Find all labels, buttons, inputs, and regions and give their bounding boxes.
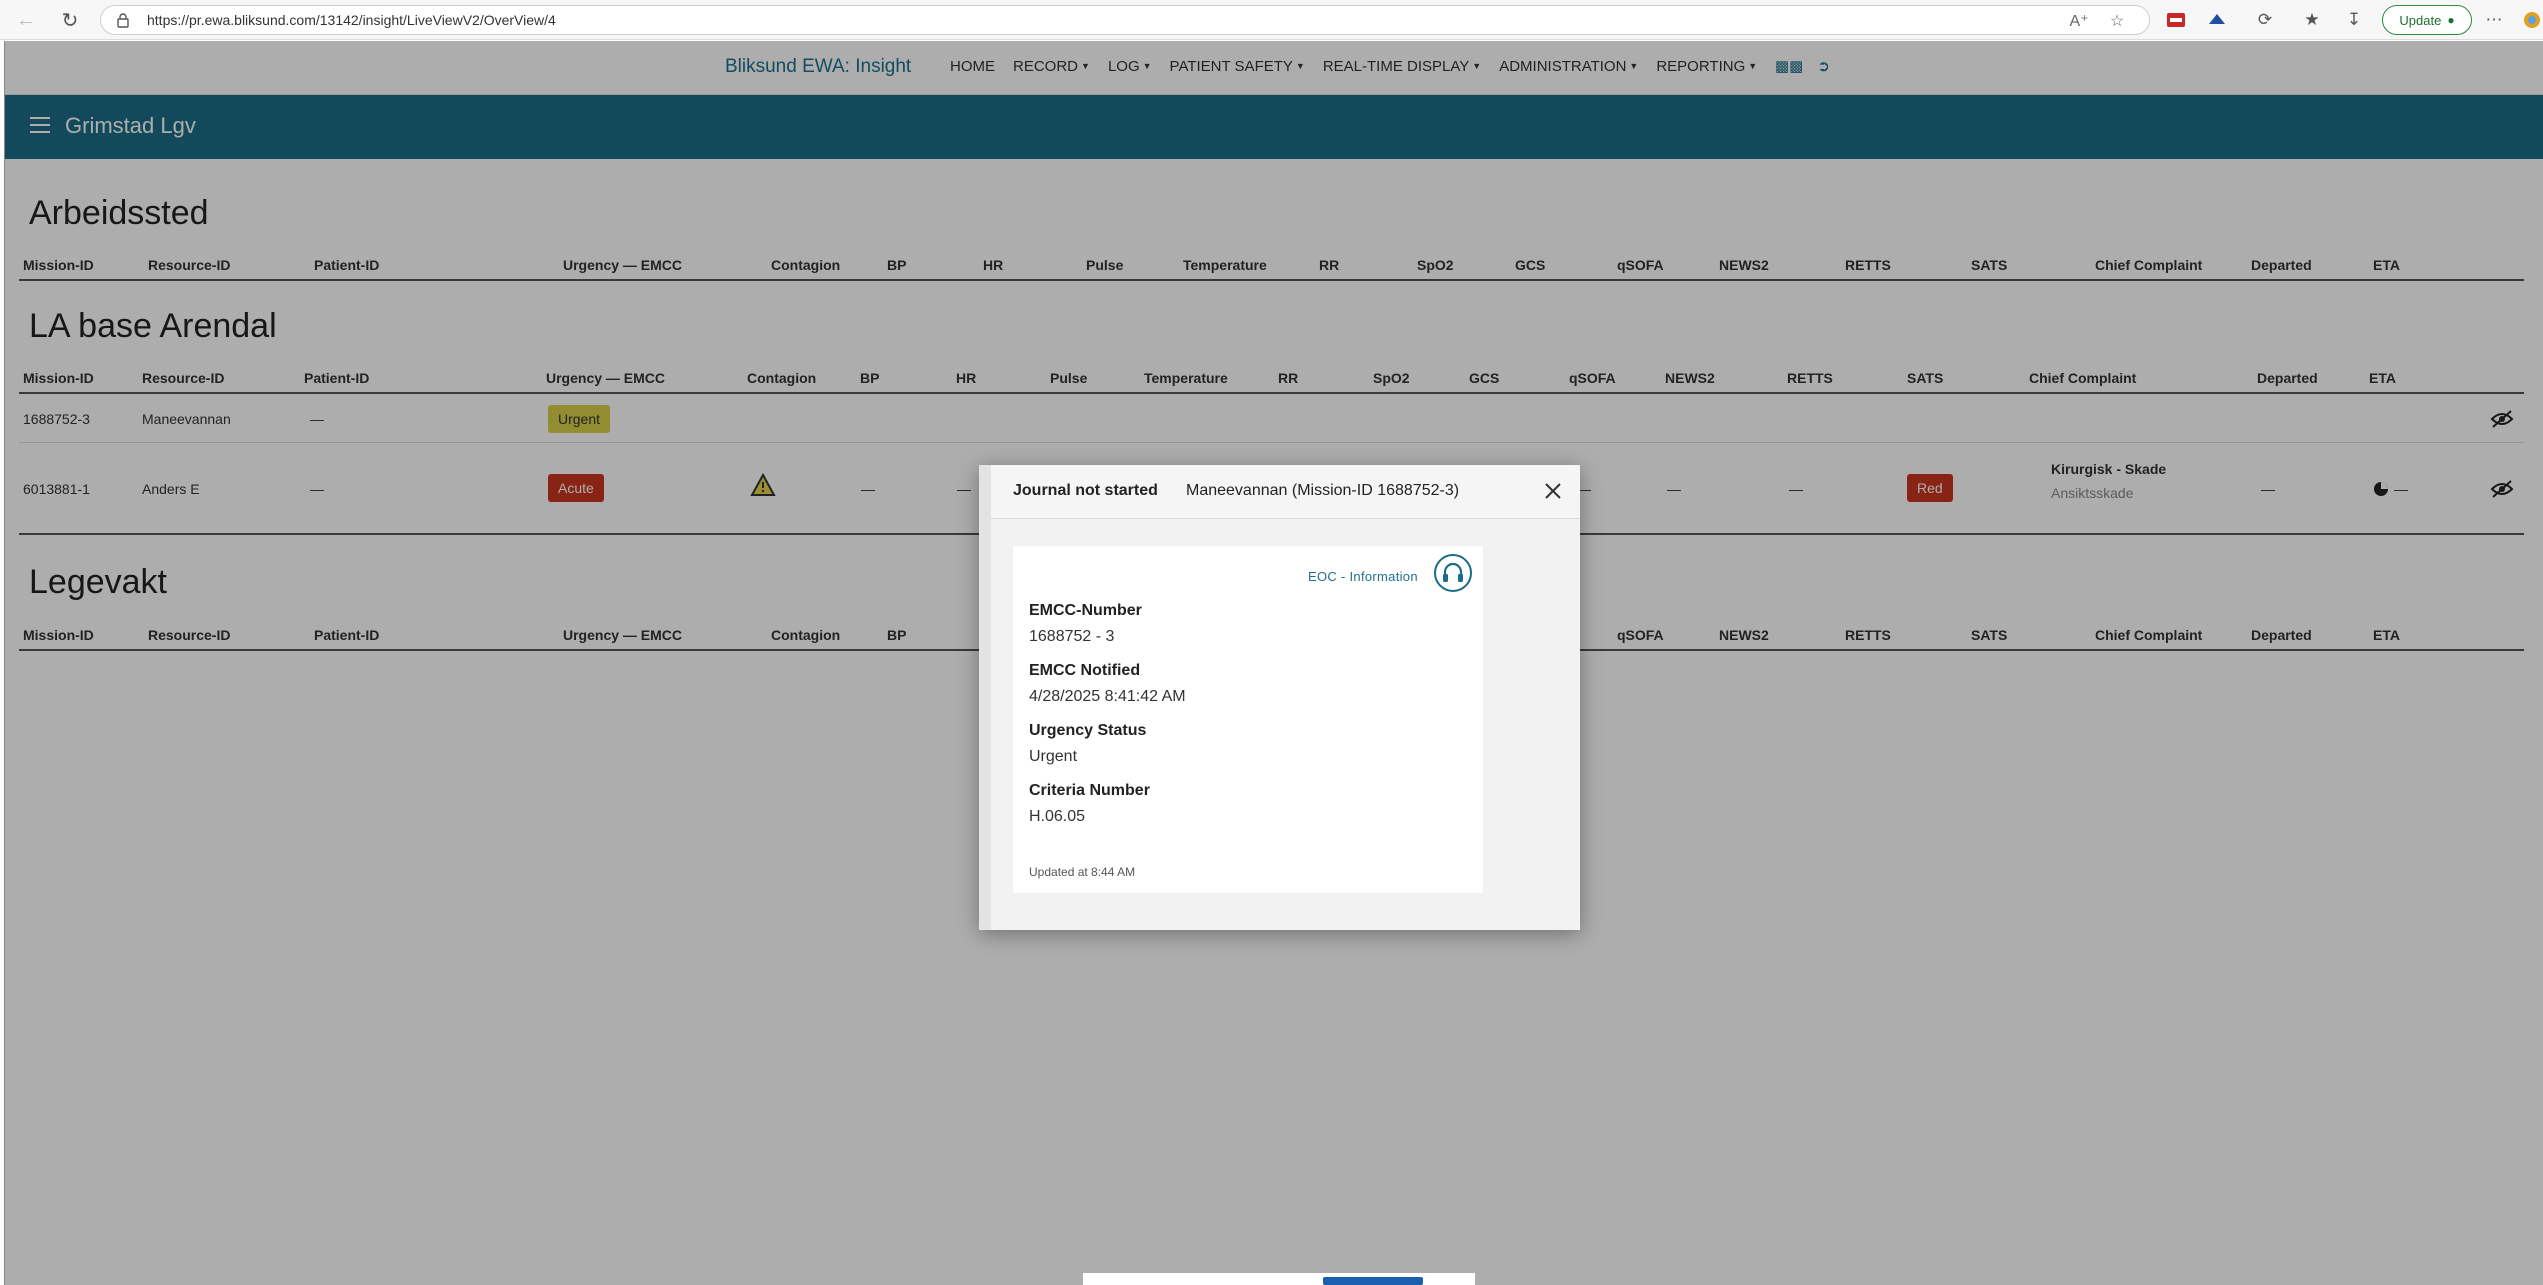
update-label: Update: [2399, 12, 2442, 28]
extension-blue-icon[interactable]: [2205, 8, 2229, 32]
modal-header: Journal not started Maneevannan (Mission…: [991, 465, 1580, 519]
emcc-number-value: 1688752 - 3: [1029, 628, 1115, 645]
journal-status: Journal not started: [1013, 482, 1158, 499]
urgency-status-value: Urgent: [1029, 748, 1078, 765]
copilot-icon[interactable]: [2520, 8, 2543, 32]
favorite-star-icon[interactable]: ☆: [2107, 11, 2127, 31]
close-icon[interactable]: [1541, 479, 1565, 503]
emcc-number-label: EMCC-Number: [1029, 602, 1142, 619]
urgency-status-label: Urgency Status: [1029, 722, 1147, 739]
extension-red-icon[interactable]: [2164, 8, 2188, 32]
bottom-button-edge[interactable]: [1323, 1277, 1423, 1285]
criteria-number-value: H.06.05: [1029, 808, 1086, 825]
emcc-notified-value: 4/28/2025 8:41:42 AM: [1029, 688, 1186, 705]
read-aloud-icon[interactable]: A⁺: [2069, 11, 2089, 31]
back-icon[interactable]: ←: [12, 6, 40, 34]
url-text: https://pr.ewa.bliksund.com/13142/insigh…: [147, 12, 556, 28]
update-icon: ●: [2447, 13, 2455, 27]
address-bar[interactable]: https://pr.ewa.bliksund.com/13142/insigh…: [100, 5, 2150, 35]
lock-icon: [117, 13, 129, 28]
journal-modal: Journal not started Maneevannan (Mission…: [979, 465, 1580, 930]
extensions-icon[interactable]: ⟳: [2253, 8, 2277, 32]
patient-mission-name: Maneevannan (Mission-ID 1688752-3): [1186, 482, 1460, 499]
favorites-icon[interactable]: ★: [2300, 8, 2324, 32]
bottom-dialog-edge: [1083, 1273, 1475, 1285]
headset-icon[interactable]: [1433, 553, 1473, 593]
criteria-number-label: Criteria Number: [1029, 782, 1150, 799]
more-icon[interactable]: ⋯: [2482, 8, 2506, 32]
emcc-notified-label: EMCC Notified: [1029, 662, 1141, 679]
updated-time: Updated at 8:44 AM: [1029, 865, 1136, 879]
browser-toolbar: ← ↻ https://pr.ewa.bliksund.com/13142/in…: [0, 0, 2543, 40]
downloads-icon[interactable]: ↧: [2342, 8, 2366, 32]
reload-icon[interactable]: ↻: [56, 6, 84, 34]
update-button[interactable]: Update ●: [2382, 5, 2472, 35]
eoc-information-label: EOC - Information: [1308, 569, 1418, 584]
eoc-info-card: EOC - Information EMCC-Number 1688752 - …: [1013, 546, 1483, 893]
